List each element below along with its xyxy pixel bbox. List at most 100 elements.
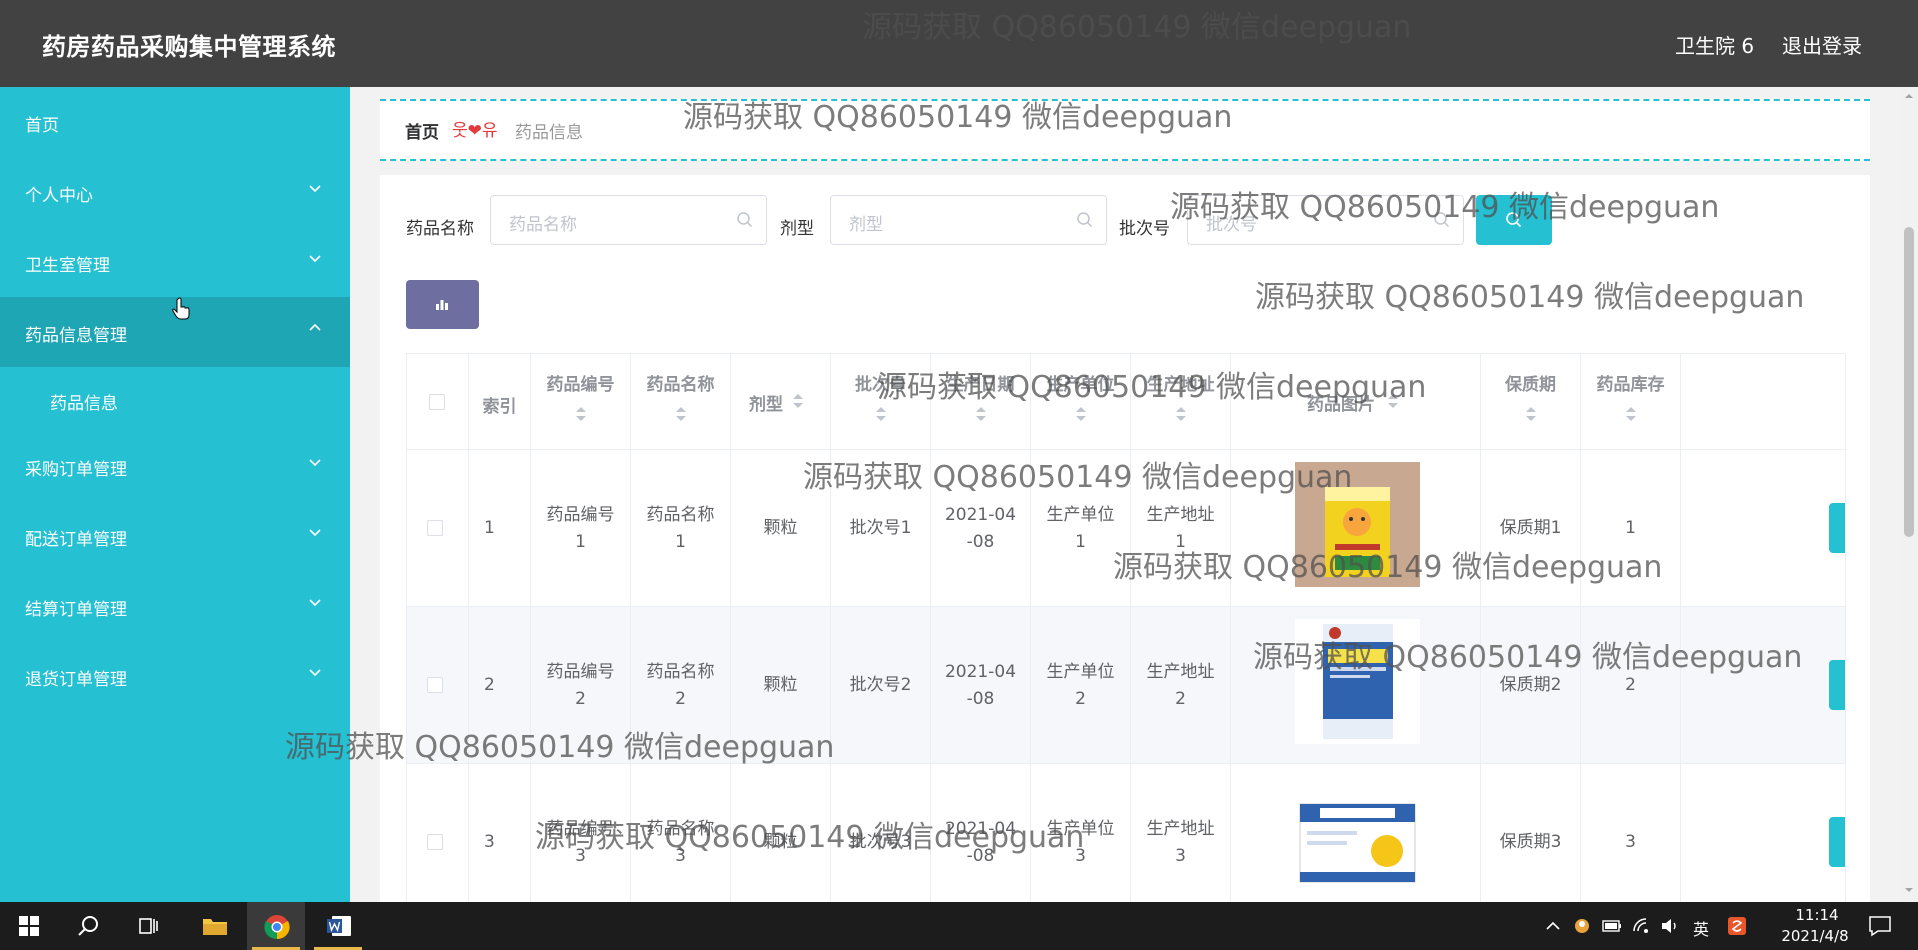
batch-number-input[interactable]: 批次号 [1187, 195, 1464, 245]
sort-icon[interactable] [1076, 407, 1086, 421]
addr-cell: 生产地址 3 [1131, 764, 1231, 917]
page-scrollbar[interactable] [1900, 87, 1918, 902]
cell-line: 2 [575, 689, 586, 709]
row-checkbox[interactable] [427, 834, 443, 850]
cell-value: 批次号2 [849, 675, 912, 695]
select-cell [407, 450, 469, 607]
search-icon [78, 916, 98, 936]
column-header-production-address[interactable]: 生产地址 [1131, 354, 1231, 450]
chevron-down-icon [309, 459, 321, 467]
cell-line: 生产地址 [1146, 505, 1215, 525]
sort-icon[interactable] [676, 407, 686, 421]
sidebar-item-home[interactable]: 首页 [0, 87, 350, 157]
column-header-drug-image[interactable]: 药品图片 [1231, 354, 1481, 450]
logout-button[interactable]: 退出登录 [1782, 30, 1862, 59]
date-cell: 2021-04 -08 [931, 450, 1031, 607]
column-header-shelf-life[interactable]: 保质期 [1481, 354, 1581, 450]
row-action-button[interactable] [1829, 660, 1845, 710]
code-cell: 药品编号 2 [531, 607, 631, 764]
select-all-checkbox[interactable] [429, 394, 445, 410]
task-view-button[interactable] [120, 902, 178, 950]
top-header: 药房药品采购集中管理系统 卫生院 6 退出登录 [0, 0, 1918, 87]
table-row[interactable]: 3 药品编号 3 药品名称 3 颗粒 批次号3 2021-04 -08 生产单位 3 生… [407, 764, 1845, 917]
sort-icon[interactable] [1526, 407, 1536, 421]
sidebar-subitem-drug-info[interactable]: 药品信息 [0, 367, 350, 431]
row-checkbox[interactable] [427, 677, 443, 693]
table-row[interactable]: 2 药品编号 2 药品名称 2 颗粒 批次号2 2021-04 -08 生产单位 2 生… [407, 607, 1845, 764]
sidebar: 首页 个人中心 卫生室管理 药品信息管理 药品信息 采购订单管理 配送订单管理 … [0, 87, 350, 902]
column-header-label: 生产地址 [1146, 375, 1215, 395]
sort-icon[interactable] [1388, 394, 1398, 408]
table-row[interactable]: 1 药品编号 1 药品名称 1 颗粒 批次号1 2021-04 -08 生产单位 1 生… [407, 450, 1845, 607]
sort-icon[interactable] [1176, 407, 1186, 421]
search-icon [1434, 212, 1450, 228]
row-checkbox[interactable] [427, 520, 443, 536]
statistics-chart-button[interactable] [406, 280, 479, 329]
cell-line: 药品名称 [646, 505, 715, 525]
column-header-drug-name[interactable]: 药品名称 [631, 354, 731, 450]
sort-icon[interactable] [576, 407, 586, 421]
chevron-up-icon[interactable] [1545, 920, 1561, 932]
row-action-button[interactable] [1829, 817, 1845, 867]
cell-value: 1 [1625, 518, 1636, 538]
chrome-button[interactable] [247, 902, 305, 950]
sort-icon[interactable] [976, 407, 986, 421]
word-button[interactable] [309, 902, 367, 950]
sidebar-item-settlement-orders[interactable]: 结算订单管理 [0, 571, 350, 641]
column-header-batch-number[interactable]: 批次号 [831, 354, 931, 450]
sort-icon[interactable] [793, 394, 803, 408]
column-header-label: 药品图片 [1307, 395, 1375, 415]
sidebar-item-return-orders[interactable]: 退货订单管理 [0, 641, 350, 711]
cell-line: 3 [575, 846, 586, 866]
search-button[interactable] [1476, 195, 1552, 245]
notification-icon[interactable] [1868, 915, 1892, 937]
column-header-manufacturer[interactable]: 生产单位 [1031, 354, 1131, 450]
column-header-drug-code[interactable]: 药品编号 [531, 354, 631, 450]
cell-value: 颗粒 [763, 832, 798, 852]
column-header-dosage-form[interactable]: 剂型 [731, 354, 831, 450]
drug-image[interactable] [1295, 619, 1420, 744]
sidebar-item-personal-center[interactable]: 个人中心 [0, 157, 350, 227]
sidebar-item-delivery-orders[interactable]: 配送订单管理 [0, 501, 350, 571]
column-header-production-date[interactable]: 生产日期 [931, 354, 1031, 450]
sidebar-item-purchase-orders[interactable]: 采购订单管理 [0, 431, 350, 501]
input-language-indicator[interactable]: 英 [1693, 916, 1709, 940]
wifi-icon[interactable] [1632, 917, 1650, 935]
sidebar-item-label: 卫生室管理 [25, 256, 110, 276]
battery-icon[interactable] [1602, 918, 1622, 934]
shelf-cell: 保质期1 [1481, 450, 1581, 607]
scroll-down-arrow-icon[interactable] [1904, 885, 1914, 895]
clock-date[interactable]: 2021/4/8 [1770, 927, 1860, 945]
column-header-stock[interactable]: 药品库存 [1581, 354, 1681, 450]
ime-icon[interactable] [1727, 916, 1747, 936]
sidebar-item-clinic-management[interactable]: 卫生室管理 [0, 227, 350, 297]
drug-image[interactable] [1295, 462, 1420, 587]
volume-icon[interactable] [1660, 917, 1680, 935]
cell-value: 保质期1 [1499, 518, 1562, 538]
row-action-button[interactable] [1829, 503, 1845, 553]
scroll-up-arrow-icon[interactable] [1904, 91, 1914, 101]
column-header-index[interactable]: 索引 [469, 354, 531, 450]
cell-line: 生产单位 [1046, 505, 1115, 525]
cell-line: 药品编号 [546, 662, 615, 682]
addr-cell: 生产地址 2 [1131, 607, 1231, 764]
sort-icon[interactable] [876, 407, 886, 421]
main-content: 首页 웃❤유 药品信息 药品名称 药品名称 剂型 剂型 批次号 批次号 索引 药… [350, 87, 1900, 918]
search-icon [737, 212, 753, 228]
cell-value: 保质期2 [1499, 675, 1562, 695]
drug-name-input[interactable]: 药品名称 [490, 195, 767, 245]
tray-app-icon[interactable] [1573, 917, 1591, 935]
scroll-thumb[interactable] [1904, 227, 1914, 537]
drug-image[interactable] [1295, 789, 1420, 914]
form-cell: 颗粒 [731, 764, 831, 917]
sort-icon[interactable] [1626, 407, 1636, 421]
user-name[interactable]: 卫生院 6 [1675, 30, 1754, 59]
file-explorer-button[interactable] [185, 902, 243, 950]
cell-line: -08 [966, 689, 995, 709]
clock-time[interactable]: 11:14 [1787, 906, 1847, 924]
breadcrumb-home[interactable]: 首页 [405, 118, 439, 143]
taskbar-search-button[interactable] [60, 902, 118, 950]
dosage-form-input[interactable]: 剂型 [830, 195, 1107, 245]
select-cell [407, 764, 469, 917]
start-button[interactable] [0, 902, 58, 950]
